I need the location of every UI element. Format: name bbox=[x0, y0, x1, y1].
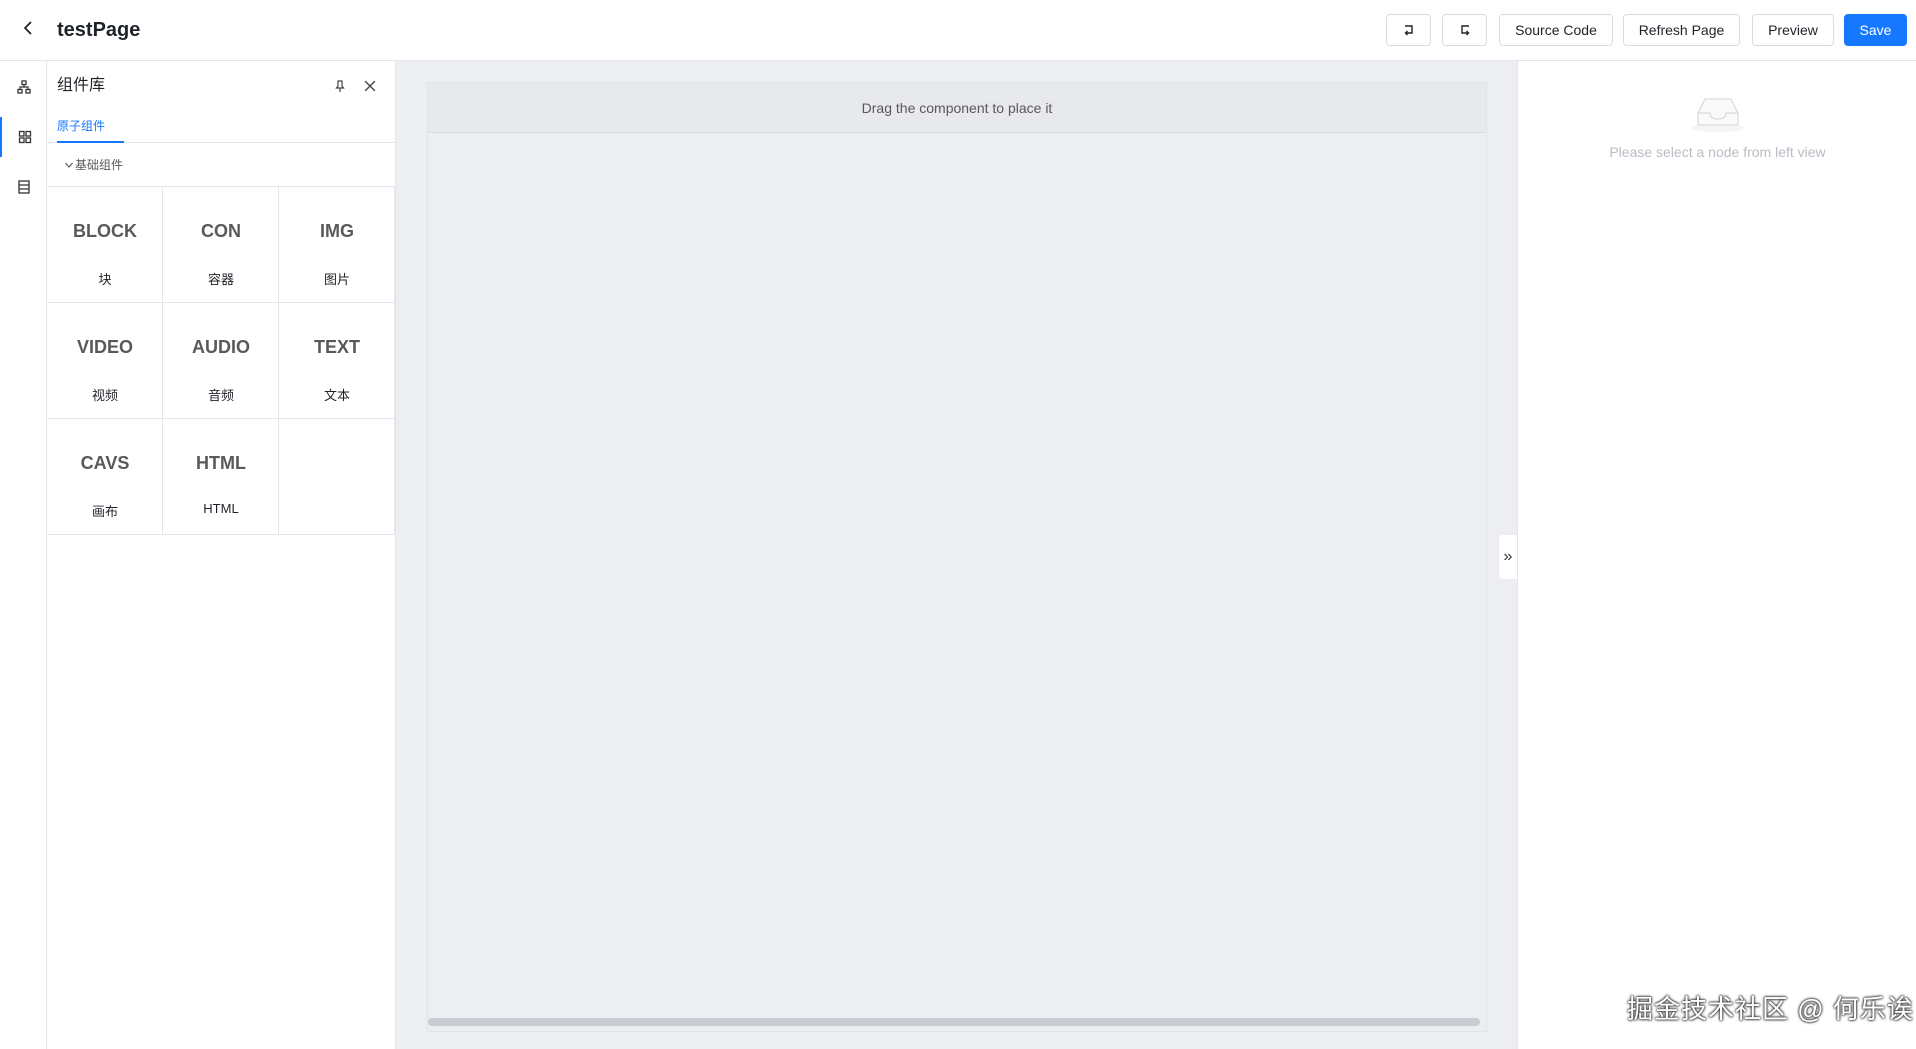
settings-panel: Please select a node from left view bbox=[1517, 61, 1916, 1049]
activity-item-components[interactable] bbox=[0, 117, 47, 157]
component-code: IMG bbox=[320, 221, 354, 241]
component-code: CON bbox=[201, 221, 241, 241]
component-block[interactable]: BLOCK 块 bbox=[47, 187, 163, 303]
components-icon bbox=[18, 130, 31, 144]
undo-button[interactable] bbox=[1386, 14, 1431, 46]
canvas-frame[interactable]: Drag the component to place it bbox=[427, 82, 1487, 1032]
component-container[interactable]: CON 容器 bbox=[163, 187, 279, 303]
component-tabs: 原子组件 bbox=[47, 115, 396, 143]
redo-icon bbox=[1460, 25, 1469, 36]
empty-state-text: Please select a node from left view bbox=[1609, 144, 1826, 160]
design-canvas-area: Drag the component to place it bbox=[396, 61, 1517, 1049]
horizontal-scrollbar[interactable] bbox=[428, 1018, 1480, 1026]
empty-grid-cell bbox=[279, 419, 395, 535]
activity-bar bbox=[0, 61, 47, 1049]
component-text[interactable]: TEXT 文本 bbox=[279, 303, 395, 419]
tree-structure-icon bbox=[16, 80, 31, 94]
pin-icon bbox=[335, 80, 345, 92]
component-image[interactable]: IMG 图片 bbox=[279, 187, 395, 303]
component-name: HTML bbox=[203, 501, 239, 516]
close-icon bbox=[364, 80, 376, 92]
tab-atomic-components[interactable]: 原子组件 bbox=[57, 115, 124, 143]
component-code: CAVS bbox=[80, 453, 130, 473]
component-audio[interactable]: AUDIO 音频 bbox=[163, 303, 279, 419]
activity-item-tree[interactable] bbox=[0, 67, 47, 107]
collapse-right-panel-button[interactable]: » bbox=[1499, 535, 1517, 579]
source-code-button[interactable]: Source Code bbox=[1499, 14, 1613, 46]
top-toolbar: testPage Source Code Refresh Page Previe… bbox=[0, 0, 1916, 61]
component-code: BLOCK bbox=[73, 221, 137, 241]
watermark: 掘金技术社区 @ 何乐诶 bbox=[1627, 994, 1914, 1024]
component-code: AUDIO bbox=[192, 337, 250, 357]
panel-title: 组件库 bbox=[57, 77, 106, 94]
component-name: 块 bbox=[98, 272, 112, 287]
component-name: 文本 bbox=[323, 388, 350, 403]
group-label: 基础组件 bbox=[75, 158, 124, 172]
component-code: HTML bbox=[196, 453, 246, 473]
component-code: VIDEO bbox=[76, 337, 133, 357]
chevron-left-icon bbox=[24, 21, 32, 35]
refresh-page-button[interactable]: Refresh Page bbox=[1623, 14, 1740, 46]
component-name: 视频 bbox=[91, 388, 118, 403]
component-name: 容器 bbox=[207, 272, 234, 287]
component-library-panel: 组件库 原子组件 基础组件 BLOCK 块 CON 容器 IMG 图片 VIDE… bbox=[47, 61, 396, 1049]
page-title: testPage bbox=[57, 19, 141, 41]
component-name: 图片 bbox=[323, 272, 350, 287]
preview-button[interactable]: Preview bbox=[1752, 14, 1834, 46]
save-button[interactable]: Save bbox=[1844, 14, 1907, 46]
activity-item-data[interactable] bbox=[0, 167, 47, 207]
component-video[interactable]: VIDEO 视频 bbox=[47, 303, 163, 419]
empty-inbox-icon bbox=[1692, 98, 1744, 132]
component-canvas[interactable]: CAVS 画布 bbox=[47, 419, 163, 535]
component-name: 音频 bbox=[207, 388, 234, 403]
component-code: TEXT bbox=[313, 337, 360, 357]
back-button[interactable] bbox=[16, 16, 40, 40]
component-name: 画布 bbox=[91, 504, 118, 519]
data-source-icon bbox=[17, 180, 30, 194]
group-header-basic[interactable]: 基础组件 bbox=[47, 143, 396, 187]
close-panel-button[interactable] bbox=[361, 77, 379, 95]
drop-zone-hint[interactable]: Drag the component to place it bbox=[428, 83, 1486, 133]
component-html[interactable]: HTML HTML bbox=[163, 419, 279, 535]
redo-button[interactable] bbox=[1442, 14, 1487, 46]
chevron-down-icon bbox=[63, 159, 75, 171]
undo-icon bbox=[1404, 25, 1413, 36]
pin-button[interactable] bbox=[331, 77, 349, 95]
